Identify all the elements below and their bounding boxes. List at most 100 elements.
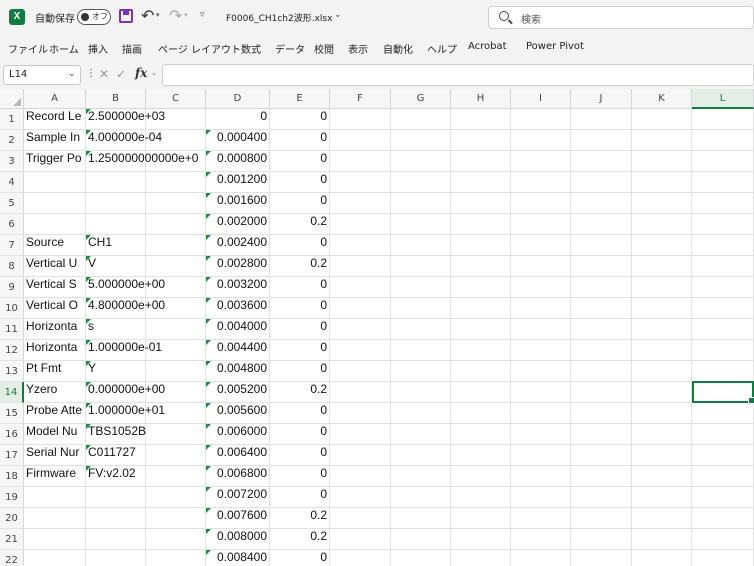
- formula-input[interactable]: [162, 64, 754, 86]
- check-icon[interactable]: ✓: [116, 67, 126, 81]
- cell-a[interactable]: [24, 487, 86, 508]
- column-header[interactable]: J: [571, 89, 632, 109]
- cell-a[interactable]: Horizonta: [24, 319, 86, 340]
- ribbon-tab[interactable]: Acrobat: [468, 41, 507, 52]
- cell-b[interactable]: [86, 508, 206, 529]
- cell-a[interactable]: Model Nu: [24, 424, 86, 445]
- ribbon-tab[interactable]: ページ レイアウト: [158, 41, 241, 56]
- redo-icon[interactable]: ↷: [169, 6, 182, 25]
- cell-d[interactable]: 0.003200: [206, 277, 270, 298]
- insert-function-icon[interactable]: fx: [135, 66, 147, 80]
- more-icon[interactable]: ⋮: [86, 68, 96, 79]
- cell-d[interactable]: 0.002400: [206, 235, 270, 256]
- undo-dropdown-icon[interactable]: ▾: [156, 11, 160, 19]
- chevron-down-icon[interactable]: ⌄: [334, 10, 342, 20]
- cell-e[interactable]: 0: [270, 298, 330, 319]
- cell-b[interactable]: V: [86, 256, 206, 277]
- ribbon-tab[interactable]: Power Pivot: [526, 41, 584, 52]
- cell-b[interactable]: Y: [86, 361, 206, 382]
- row-header[interactable]: 3: [0, 151, 24, 172]
- cell-b[interactable]: [86, 193, 206, 214]
- cell-b[interactable]: 0.000000e+00: [86, 382, 206, 403]
- chevron-down-icon[interactable]: ⌄: [68, 69, 76, 79]
- column-header[interactable]: C: [146, 89, 206, 109]
- cell-e[interactable]: 0: [270, 340, 330, 361]
- column-header[interactable]: B: [86, 89, 146, 109]
- cell-a[interactable]: Horizonta: [24, 340, 86, 361]
- cell-d[interactable]: 0.006400: [206, 445, 270, 466]
- row-header[interactable]: 13: [0, 361, 24, 382]
- cell-b[interactable]: 1.000000e+01: [86, 403, 206, 424]
- cell-b[interactable]: [86, 529, 206, 550]
- row-header[interactable]: 12: [0, 340, 24, 361]
- cell-e[interactable]: 0: [270, 403, 330, 424]
- cell-a[interactable]: [24, 193, 86, 214]
- cell-b[interactable]: 2.500000e+03: [86, 109, 206, 130]
- cell-d[interactable]: 0.000400: [206, 130, 270, 151]
- cell-b[interactable]: 1.250000000000e+0: [86, 151, 206, 172]
- cell-b[interactable]: TBS1052B: [86, 424, 206, 445]
- cancel-icon[interactable]: ✕: [99, 67, 109, 81]
- cell-a[interactable]: Serial Nur: [24, 445, 86, 466]
- cell-d[interactable]: 0.001200: [206, 172, 270, 193]
- cell-b[interactable]: [86, 550, 206, 566]
- row-header[interactable]: 1: [0, 109, 24, 130]
- cell-e[interactable]: 0: [270, 319, 330, 340]
- cell-d[interactable]: 0.007200: [206, 487, 270, 508]
- cell-a[interactable]: [24, 550, 86, 566]
- cell-d[interactable]: 0.002000: [206, 214, 270, 235]
- cell-b[interactable]: [86, 214, 206, 235]
- cell-e[interactable]: 0: [270, 424, 330, 445]
- cell-e[interactable]: 0.2: [270, 214, 330, 235]
- cell-e[interactable]: 0: [270, 487, 330, 508]
- cell-a[interactable]: Yzero: [24, 382, 86, 403]
- cell-a[interactable]: [24, 508, 86, 529]
- name-box[interactable]: L14 ⌄: [3, 65, 81, 85]
- row-header[interactable]: 2: [0, 130, 24, 151]
- cell-a[interactable]: Probe Atte: [24, 403, 86, 424]
- cell-a[interactable]: Vertical U: [24, 256, 86, 277]
- ribbon-tab[interactable]: 挿入: [88, 41, 108, 56]
- row-header[interactable]: 5: [0, 193, 24, 214]
- cell-e[interactable]: 0: [270, 193, 330, 214]
- cell-a[interactable]: Pt Fmt: [24, 361, 86, 382]
- cell-b[interactable]: C011727: [86, 445, 206, 466]
- cell-b[interactable]: FV:v2.02: [86, 466, 206, 487]
- cell-d[interactable]: 0: [206, 109, 270, 130]
- save-icon[interactable]: [119, 9, 133, 23]
- select-all-button[interactable]: [0, 89, 24, 109]
- cell-b[interactable]: 4.800000e+00: [86, 298, 206, 319]
- row-header[interactable]: 20: [0, 508, 24, 529]
- row-header[interactable]: 6: [0, 214, 24, 235]
- row-header[interactable]: 22: [0, 550, 24, 566]
- cell-d[interactable]: 0.004000: [206, 319, 270, 340]
- cell-e[interactable]: 0: [270, 550, 330, 566]
- cell-d[interactable]: 0.008000: [206, 529, 270, 550]
- column-header[interactable]: F: [330, 89, 391, 109]
- cell-b[interactable]: [86, 172, 206, 193]
- spreadsheet-grid[interactable]: A B C D E F G H I J K L 1 Record Le 2.500000e+03 0 0 2 Sam…: [0, 89, 754, 566]
- row-header[interactable]: 8: [0, 256, 24, 277]
- active-cell-l14[interactable]: [692, 381, 754, 404]
- row-header[interactable]: 18: [0, 466, 24, 487]
- cell-e[interactable]: 0.2: [270, 256, 330, 277]
- ribbon-tab[interactable]: 校閲: [314, 41, 334, 56]
- row-header[interactable]: 15: [0, 403, 24, 424]
- cell-e[interactable]: 0: [270, 445, 330, 466]
- column-header[interactable]: G: [391, 89, 451, 109]
- ribbon-tab[interactable]: ホーム: [49, 41, 79, 56]
- cell-d[interactable]: 0.004400: [206, 340, 270, 361]
- row-header[interactable]: 11: [0, 319, 24, 340]
- customize-qat-icon[interactable]: ▿: [200, 10, 205, 20]
- cell-a[interactable]: Vertical O: [24, 298, 86, 319]
- cell-a[interactable]: Record Le: [24, 109, 86, 130]
- cell-e[interactable]: 0.2: [270, 529, 330, 550]
- row-header[interactable]: 19: [0, 487, 24, 508]
- cell-a[interactable]: Sample In: [24, 130, 86, 151]
- cell-e[interactable]: 0: [270, 172, 330, 193]
- redo-dropdown-icon[interactable]: ▾: [184, 11, 188, 19]
- cell-e[interactable]: 0: [270, 109, 330, 130]
- cell-a[interactable]: Vertical S: [24, 277, 86, 298]
- chevron-down-icon[interactable]: ⌄: [151, 69, 157, 77]
- ribbon-tab[interactable]: 描画: [122, 41, 142, 56]
